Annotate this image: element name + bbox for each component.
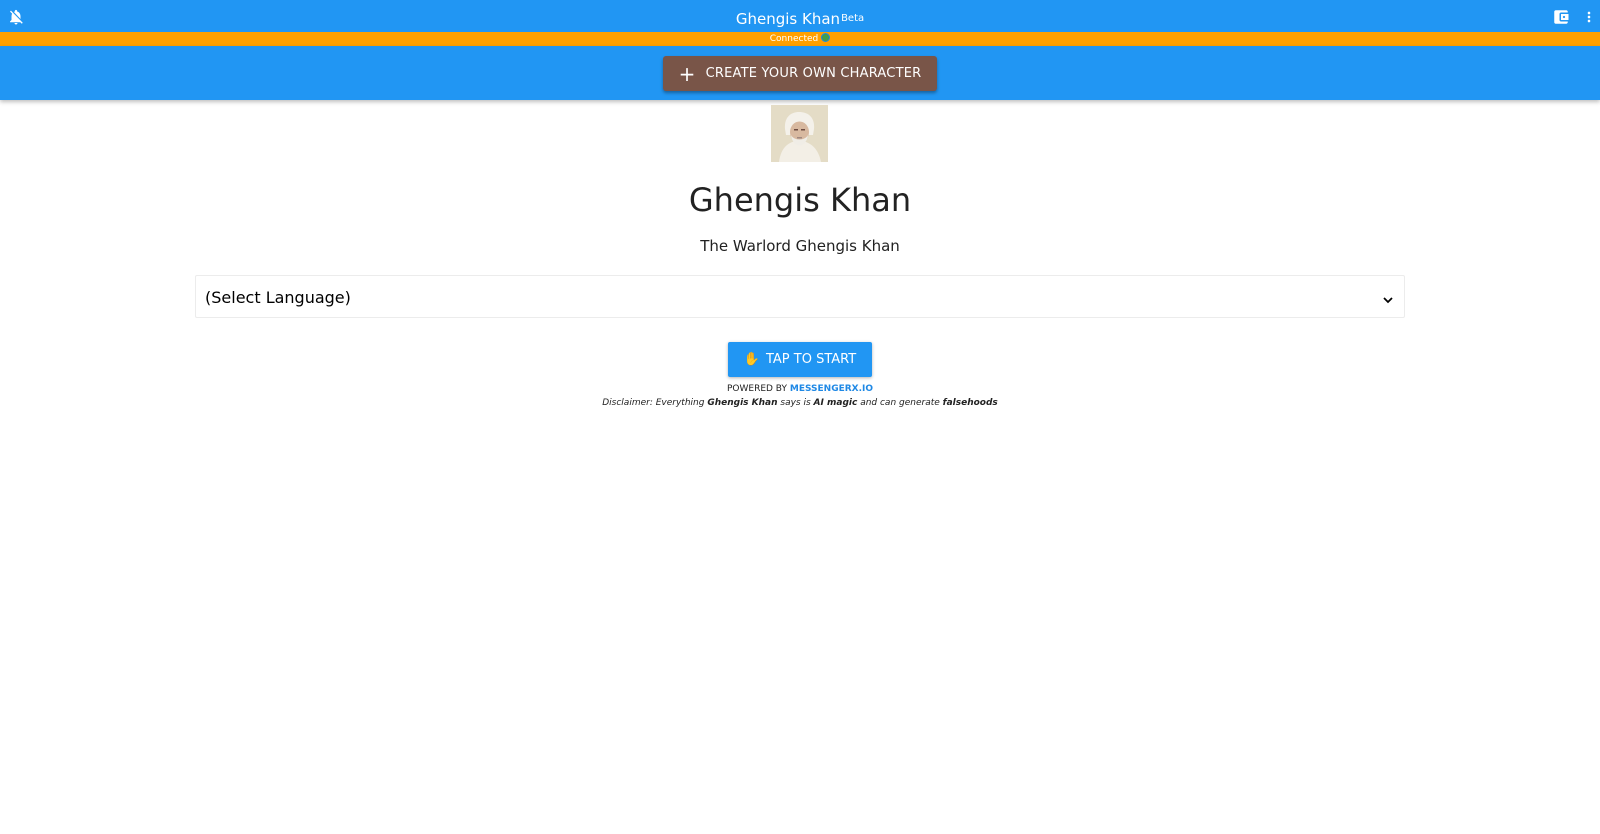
- connection-status-text: Connected: [769, 34, 819, 44]
- character-description: The Warlord Ghengis Khan: [700, 237, 900, 255]
- globe-icon: [821, 33, 831, 42]
- disclaimer: Disclaimer: Everything Ghengis Khan says…: [0, 397, 1600, 409]
- messengerx-link[interactable]: MESSENGERX.IO: [790, 384, 873, 394]
- language-select[interactable]: (Select Language): [195, 275, 1405, 318]
- powered-by: POWERED BY MESSENGERX.IO: [0, 383, 1600, 395]
- plus-icon: +: [678, 61, 696, 86]
- disclaimer-character-name: Ghengis Khan: [707, 398, 778, 408]
- disclaimer-text-3: and can generate: [860, 398, 940, 408]
- wallet-icon[interactable]: [1550, 6, 1572, 28]
- more-vert-icon[interactable]: [1578, 6, 1600, 28]
- toolbar: + CREATE YOUR OWN CHARACTER: [0, 46, 1600, 100]
- powered-by-prefix: POWERED BY: [726, 384, 787, 394]
- language-select-value: (Select Language): [205, 288, 351, 307]
- disclaimer-ai-magic: AI magic: [813, 398, 858, 408]
- disclaimer-falsehoods: falsehoods: [942, 398, 998, 408]
- app-bar: Ghengis KhanBeta: [0, 0, 1600, 32]
- create-character-button[interactable]: + CREATE YOUR OWN CHARACTER: [663, 56, 937, 91]
- tap-to-start-label: TAP TO START: [765, 352, 857, 367]
- app-title: Ghengis KhanBeta: [0, 10, 1600, 31]
- disclaimer-text-1: Disclaimer: Everything: [602, 398, 705, 408]
- tap-to-start-button[interactable]: ✋ TAP TO START: [728, 342, 872, 377]
- character-name: Ghengis Khan: [688, 181, 912, 219]
- connection-status-bar: Connected: [0, 32, 1600, 46]
- character-avatar: [771, 105, 828, 162]
- create-character-label: CREATE YOUR OWN CHARACTER: [705, 66, 922, 81]
- hand-icon: ✋: [743, 352, 760, 367]
- beta-badge: Beta: [841, 13, 865, 24]
- disclaimer-text-2: says is: [780, 398, 811, 408]
- app-title-text: Ghengis Khan: [735, 10, 841, 28]
- chevron-down-icon: [1382, 291, 1394, 310]
